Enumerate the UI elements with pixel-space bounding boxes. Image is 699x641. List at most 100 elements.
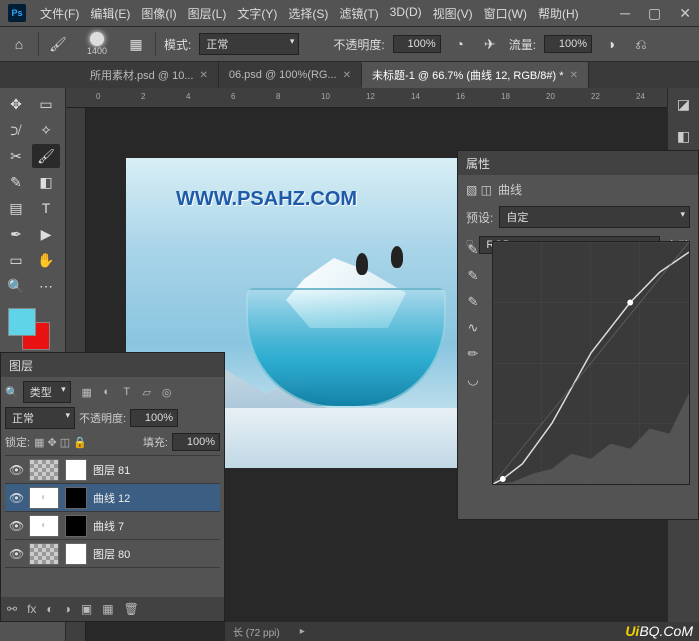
lock-pixels-icon[interactable]: ▦ (34, 436, 44, 449)
delete-icon[interactable]: 🗑 (124, 602, 139, 616)
close-button[interactable]: ✕ (679, 5, 691, 22)
symmetry-icon[interactable]: ⎌ (630, 33, 652, 55)
color-swatches[interactable] (8, 308, 58, 358)
layer-row[interactable]: 👁 ◐ 曲线 7 (5, 512, 220, 540)
menu-edit[interactable]: 编辑(E) (86, 3, 134, 24)
doc-tab-1[interactable]: 所用素材.psd @ 10...✕ (80, 62, 219, 88)
mask-thumb[interactable] (65, 543, 87, 565)
menu-view[interactable]: 视图(V) (429, 3, 477, 24)
layer-opacity-input[interactable]: 100% (130, 409, 178, 427)
mask-icon[interactable]: ◐ (46, 602, 53, 616)
menu-window[interactable]: 窗口(W) (480, 3, 531, 24)
pressure-size-icon[interactable]: ◑ (600, 33, 622, 55)
filter-smart-icon[interactable]: ◎ (159, 384, 175, 400)
new-layer-icon[interactable]: ▦ (102, 602, 113, 616)
color-panel-icon[interactable]: ◧ (674, 126, 694, 146)
fill-input[interactable]: 100% (172, 433, 220, 451)
adjustment-thumb[interactable]: ◐ (29, 515, 59, 537)
eyedropper-black-icon[interactable]: ✎ (464, 241, 482, 259)
menu-layer[interactable]: 图层(L) (184, 3, 231, 24)
doc-tab-2[interactable]: 06.psd @ 100%(RG...✕ (219, 64, 362, 86)
filter-text-icon[interactable]: T (119, 384, 135, 400)
close-icon[interactable]: ✕ (343, 70, 351, 81)
filter-adjust-icon[interactable]: ◐ (99, 384, 115, 400)
brush-panel-icon[interactable]: ▦ (125, 33, 147, 55)
layers-panel-tab[interactable]: 图层 (1, 353, 224, 377)
blend-mode-dropdown[interactable]: 正常 (5, 407, 75, 429)
menu-text[interactable]: 文字(Y) (233, 3, 281, 24)
menu-select[interactable]: 选择(S) (284, 3, 332, 24)
preset-dropdown[interactable]: 自定 (499, 206, 690, 228)
visibility-icon[interactable]: 👁 (9, 519, 23, 533)
link-layers-icon[interactable]: ⚯ (7, 602, 17, 616)
text-tool[interactable]: T (32, 196, 60, 220)
adjustment-thumb[interactable]: ◐ (29, 487, 59, 509)
foreground-color[interactable] (8, 308, 36, 336)
menu-image[interactable]: 图像(I) (137, 3, 180, 24)
visibility-icon[interactable]: 👁 (9, 491, 23, 505)
filter-shape-icon[interactable]: ▱ (139, 384, 155, 400)
airbrush-icon[interactable]: ✈ (479, 33, 501, 55)
zoom-tool[interactable]: 🔍 (2, 274, 30, 298)
fx-icon[interactable]: fx (27, 602, 36, 616)
mask-thumb[interactable] (65, 487, 87, 509)
close-icon[interactable]: ✕ (199, 70, 207, 81)
curves-graph[interactable] (492, 241, 690, 485)
filter-pixel-icon[interactable]: ▦ (79, 384, 95, 400)
flow-input[interactable]: 100% (544, 35, 592, 53)
eyedropper-gray-icon[interactable]: ✎ (464, 267, 482, 285)
mode-dropdown[interactable]: 正常 (199, 33, 299, 55)
adjustment-icon[interactable]: ◑ (64, 602, 71, 616)
lasso-tool[interactable]: ⟉ (2, 118, 30, 142)
brush-tool[interactable]: 🖌 (32, 144, 60, 168)
lock-label: 锁定: (5, 434, 30, 450)
lock-artboard-icon[interactable]: ◫ (60, 436, 70, 449)
hand-tool[interactable]: ✋ (32, 248, 60, 272)
layer-row[interactable]: 👁 ◐ 曲线 12 (5, 484, 220, 512)
minimize-button[interactable]: ─ (620, 5, 630, 22)
close-icon[interactable]: ✕ (570, 70, 578, 81)
magic-wand-tool[interactable]: ✧ (32, 118, 60, 142)
visibility-icon[interactable]: 👁 (9, 547, 23, 561)
doc-tab-3[interactable]: 未标题-1 @ 66.7% (曲线 12, RGB/8#) *✕ (362, 62, 589, 88)
eraser-tool[interactable]: ◧ (32, 170, 60, 194)
lock-all-icon[interactable]: 🔒 (73, 436, 87, 449)
panel-icon[interactable]: ◪ (674, 94, 694, 114)
menu-file[interactable]: 文件(F) (36, 3, 83, 24)
pressure-opacity-icon[interactable]: ◔ (449, 33, 471, 55)
layer-filter-dropdown[interactable]: 类型 (23, 381, 71, 403)
menu-help[interactable]: 帮助(H) (534, 3, 583, 24)
group-icon[interactable]: ▣ (81, 602, 92, 616)
ruler-horizontal[interactable]: 0 2 4 6 8 10 12 14 16 18 20 22 24 (66, 88, 667, 108)
eyedropper-tool[interactable]: ✎ (2, 170, 30, 194)
layer-thumb[interactable] (29, 543, 59, 565)
mask-thumb[interactable] (65, 459, 87, 481)
layer-row[interactable]: 👁 图层 80 (5, 540, 220, 568)
layers-panel-footer: ⚯ fx ◐ ◑ ▣ ▦ 🗑 (1, 597, 224, 621)
smooth-icon[interactable]: ◡ (464, 371, 482, 389)
opacity-input[interactable]: 100% (393, 35, 441, 53)
brush-tool-icon[interactable]: 🖌 (47, 33, 69, 55)
path-select-tool[interactable]: ▶ (32, 222, 60, 246)
gradient-tool[interactable]: ▤ (2, 196, 30, 220)
layer-row[interactable]: 👁 图层 81 (5, 456, 220, 484)
maximize-button[interactable]: ▢ (648, 5, 661, 22)
marquee-tool[interactable]: ▭ (32, 92, 60, 116)
layer-thumb[interactable] (29, 459, 59, 481)
lock-position-icon[interactable]: ✥ (47, 436, 56, 449)
mask-thumb[interactable] (65, 515, 87, 537)
eyedropper-white-icon[interactable]: ✎ (464, 293, 482, 311)
move-tool[interactable]: ✥ (2, 92, 30, 116)
brush-preview[interactable]: 1400 (77, 32, 117, 56)
home-icon[interactable]: ⌂ (8, 33, 30, 55)
properties-panel-tab[interactable]: 属性 (458, 151, 698, 175)
curve-edit-icon[interactable]: ∿ (464, 319, 482, 337)
pencil-icon[interactable]: ✏ (464, 345, 482, 363)
visibility-icon[interactable]: 👁 (9, 463, 23, 477)
menu-3d[interactable]: 3D(D) (386, 3, 426, 24)
pen-tool[interactable]: ✒ (2, 222, 30, 246)
shape-tool[interactable]: ▭ (2, 248, 30, 272)
more-tools[interactable]: ⋯ (32, 274, 60, 298)
menu-filter[interactable]: 滤镜(T) (335, 3, 382, 24)
crop-tool[interactable]: ✂ (2, 144, 30, 168)
